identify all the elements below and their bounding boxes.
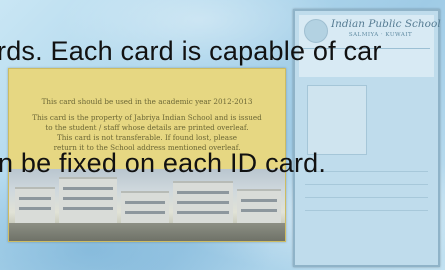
validity-note: This card should be used in the academic… <box>41 97 253 106</box>
detail-line <box>305 210 428 211</box>
photo-placeholder <box>307 85 367 155</box>
property-note-line: This card is the property of Jabriya Ind… <box>32 113 262 122</box>
slide-caption-line-2: n be fixed on each ID card. <box>0 148 327 178</box>
card-back-note: This card should be used in the academic… <box>15 97 279 153</box>
school-name: Indian Public School <box>331 18 441 30</box>
school-building-photo <box>9 169 285 241</box>
detail-line <box>305 184 428 185</box>
property-note-line: This card is not transferable. If found … <box>56 133 238 142</box>
detail-line <box>305 197 428 198</box>
property-note-line: to the student / staff whose details are… <box>45 123 249 132</box>
slide-caption-line-1: rds. Each card is capable of car <box>0 36 382 66</box>
